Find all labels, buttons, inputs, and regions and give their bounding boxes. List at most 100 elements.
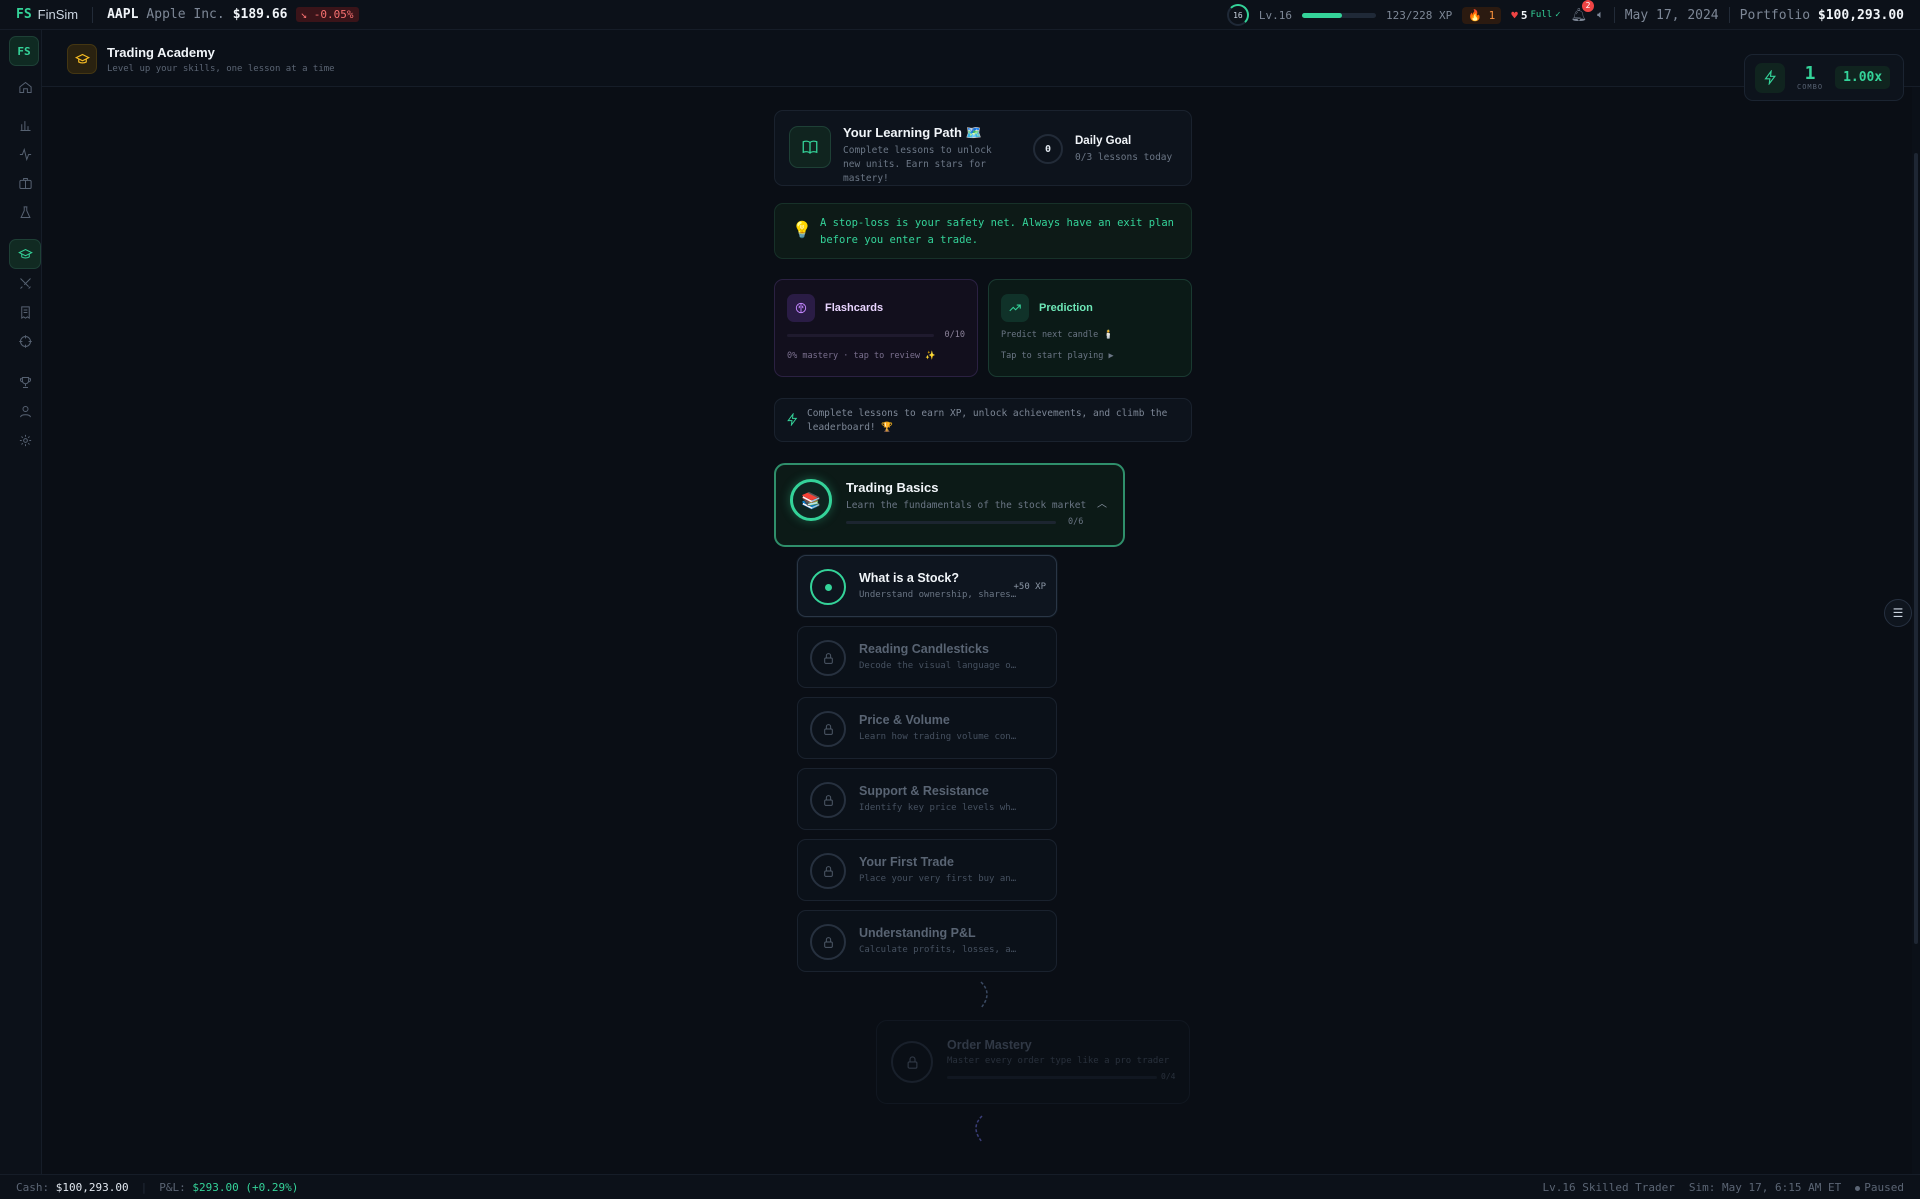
brain-icon (787, 294, 815, 322)
chevron-up-icon[interactable]: ︿ (1097, 495, 1107, 510)
check-icon: ✓ (1555, 10, 1561, 20)
learning-path-card: Your Learning Path 🗺️ Complete lessons t… (774, 110, 1192, 186)
sidebar-logo[interactable]: FS (9, 36, 39, 66)
receipt-icon[interactable] (9, 297, 41, 327)
divider: | (140, 1180, 148, 1194)
lesson-item[interactable]: Reading Candlesticks Decode the visual l… (797, 626, 1057, 688)
portfolio-value: $100,293.00 (1817, 7, 1904, 23)
unit-emoji-icon: 📚 (790, 479, 832, 521)
combo-multiplier: 1.00x (1835, 66, 1891, 89)
cash-label: Cash: (16, 1180, 50, 1194)
info-banner: Complete lessons to earn XP, unlock achi… (774, 398, 1192, 442)
user-icon[interactable] (9, 396, 41, 426)
rank-label: Lv.16 Skilled Trader (1542, 1181, 1675, 1194)
ticker-price: $189.66 (232, 7, 288, 22)
trending-up-icon (1001, 294, 1029, 322)
streak-badge[interactable]: 🔥 1 (1462, 6, 1502, 24)
unit-title: Order Mastery (947, 1038, 1032, 1052)
learning-path-title: Your Learning Path 🗺️ (843, 125, 982, 140)
sim-state[interactable]: Paused (1855, 1181, 1904, 1194)
book-icon (789, 126, 831, 168)
ticker-change-value: -0.05% (313, 8, 354, 21)
crosshair-icon[interactable] (9, 326, 41, 356)
unit-title: Trading Basics (846, 480, 939, 495)
lesson-item[interactable]: What is a Stock? Understand ownership, s… (797, 555, 1057, 617)
graduation-cap-icon[interactable] (9, 239, 41, 269)
flashcards-footer: 0% mastery · tap to review ✨ (787, 351, 936, 361)
trophy-icon[interactable] (9, 367, 41, 397)
scrollbar-thumb[interactable] (1914, 153, 1918, 944)
prediction-card[interactable]: Prediction Predict next candle 🕯️ Tap to… (988, 279, 1192, 377)
heart-icon: ♥ (1511, 8, 1518, 22)
sim-date: May 17, 2024 (1624, 7, 1719, 23)
brand-mark: FS (16, 7, 32, 22)
top-bar: FS FinSim AAPL Apple Inc. $189.66 ↘ -0.0… (0, 0, 1920, 30)
lightning-icon (1755, 62, 1785, 93)
ticker[interactable]: AAPL Apple Inc. $189.66 ↘ -0.05% (107, 7, 359, 22)
lesson-xp: +50 XP (1013, 582, 1046, 592)
divider (1613, 7, 1615, 23)
status-dot-icon (1855, 1186, 1861, 1191)
swords-icon[interactable] (9, 268, 41, 298)
scrollbar[interactable] (1912, 87, 1920, 1174)
briefcase-icon[interactable] (9, 168, 41, 198)
notifications-button[interactable]: 🔔︎ 2 (1571, 0, 1595, 23)
settings-icon[interactable] (9, 425, 41, 455)
home-icon[interactable] (9, 72, 41, 102)
current-lesson-icon (810, 569, 846, 605)
lesson-subtitle: Calculate profits, losses, and returns (859, 945, 1017, 955)
lesson-item[interactable]: Support & Resistance Identify key price … (797, 768, 1057, 830)
lightning-icon (786, 412, 799, 429)
portfolio-label: Portfolio (1739, 7, 1811, 23)
page-title: Trading Academy (107, 45, 215, 60)
sim-state-label: Paused (1864, 1181, 1904, 1194)
flashcards-card[interactable]: Flashcards 0/10 0% mastery · tap to revi… (774, 279, 978, 377)
xp-text: 123/228 XP (1386, 8, 1453, 22)
page-subtitle: Level up your skills, one lesson at a ti… (107, 64, 335, 74)
combo-count: 1 COMBO (1797, 64, 1823, 91)
lock-icon (810, 924, 846, 960)
flask-icon[interactable] (9, 197, 41, 227)
pnl-value: $293.00 (+0.29%) (192, 1180, 299, 1194)
lesson-subtitle: Decode the visual language of price (859, 661, 1017, 671)
unit-subtitle: Learn the fundamentals of the stock mark… (846, 500, 1087, 511)
lesson-subtitle: Understand ownership, shares, and equity (859, 590, 1017, 600)
level-ring[interactable]: 16 (1226, 4, 1249, 26)
path-connector (975, 1115, 983, 1143)
unit-card-trading-basics[interactable]: 📚 Trading Basics Learn the fundamentals … (774, 463, 1125, 547)
lesson-subtitle: Identify key price levels where markets … (859, 803, 1017, 813)
lesson-title: Price & Volume (859, 713, 950, 727)
lesson-item[interactable]: Price & Volume Learn how trading volume … (797, 697, 1057, 759)
lesson-title: What is a Stock? (859, 571, 960, 585)
activity-icon[interactable] (9, 139, 41, 169)
portfolio[interactable]: Portfolio $100,293.00 (1740, 8, 1904, 23)
level-label: Lv.16 (1258, 8, 1293, 22)
divider (1728, 7, 1730, 23)
prediction-title: Prediction (1039, 302, 1093, 314)
hearts-status: Full (1530, 10, 1553, 20)
lesson-item[interactable]: Understanding P&L Calculate profits, los… (797, 910, 1057, 972)
lightbulb-icon: 💡 (792, 220, 812, 239)
lesson-title: Understanding P&L (859, 926, 976, 940)
graduation-cap-icon (67, 44, 97, 74)
flame-icon: 🔥 (1468, 8, 1482, 22)
unit-progress-text: 0/6 (1068, 517, 1084, 527)
unit-card-order-mastery[interactable]: Order Mastery Master every order type li… (876, 1020, 1190, 1104)
bar-chart-icon[interactable] (9, 110, 41, 140)
lesson-item[interactable]: Your First Trade Place your very first b… (797, 839, 1057, 901)
panel-toggle-button[interactable]: ☰ (1884, 599, 1912, 627)
lock-icon (810, 640, 846, 676)
sim-time: Sim: May 17, 6:15 AM ET (1688, 1181, 1842, 1194)
notification-count: 2 (1582, 0, 1595, 12)
lesson-title: Your First Trade (859, 855, 954, 869)
unit-progress-text: 0/4 (1161, 1072, 1176, 1081)
unit-progress-bar (947, 1076, 1157, 1079)
speaker-icon[interactable]: 🔈︎ (1597, 8, 1604, 22)
trend-down-icon: ↘ (300, 8, 308, 21)
ticker-company: Apple Inc. (146, 7, 225, 22)
hearts-badge[interactable]: ♥ 5 Full ✓ (1511, 9, 1560, 22)
daily-goal-subtitle: 0/3 lessons today (1075, 152, 1173, 163)
lock-icon (810, 711, 846, 747)
brand[interactable]: FS FinSim (16, 7, 78, 22)
hearts-count: 5 (1520, 8, 1528, 22)
